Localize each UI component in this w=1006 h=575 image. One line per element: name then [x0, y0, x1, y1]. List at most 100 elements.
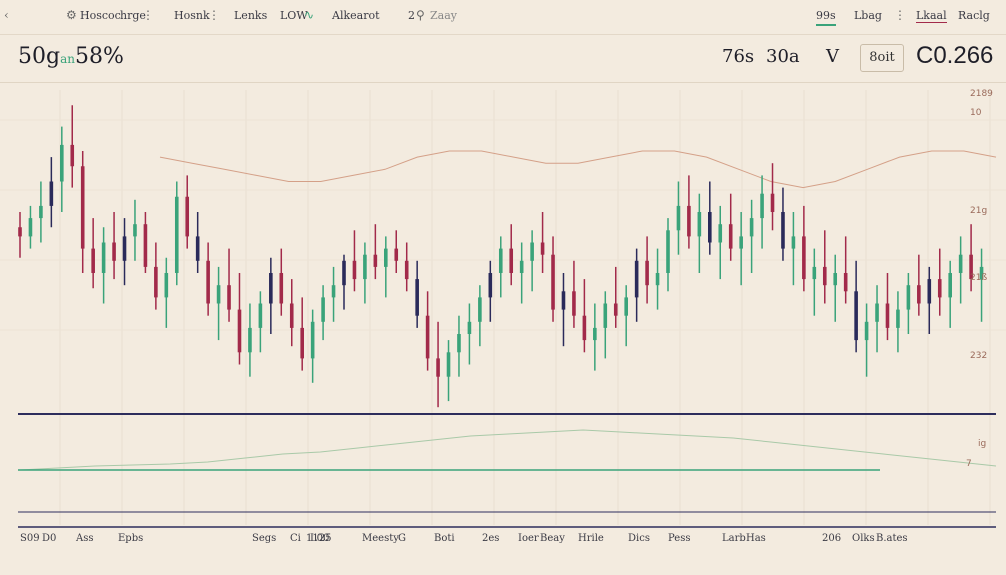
x-axis-tick-label: D0: [42, 533, 56, 544]
candle-body: [310, 321, 315, 359]
candle-body: [937, 279, 942, 298]
candle-body: [101, 242, 106, 273]
candle-body: [488, 273, 493, 298]
candle-body: [666, 230, 670, 273]
candle-body: [906, 285, 911, 310]
candle-body: [498, 248, 503, 273]
candle-body: [676, 205, 681, 231]
x-axis-tick-label: 2es: [482, 533, 499, 544]
x-axis-tick-label: Segs: [252, 533, 276, 544]
candle-body: [269, 273, 273, 304]
candle-body: [227, 285, 231, 310]
candle-body: [457, 334, 461, 353]
candle-body: [70, 144, 75, 167]
candle-body: [154, 266, 158, 298]
x-axis-tick-label: Olks: [852, 533, 875, 544]
candle-body: [446, 352, 451, 377]
candle-body: [593, 327, 597, 341]
candle-body: [143, 224, 148, 267]
candle-body: [728, 224, 733, 249]
candle-body: [519, 260, 524, 273]
candle-body: [896, 309, 900, 328]
candle-body: [331, 285, 336, 298]
candle-body: [812, 266, 817, 280]
candle-body: [39, 205, 43, 219]
candle-body: [708, 212, 712, 243]
candle-body: [781, 212, 785, 249]
right-axis-label: 2189: [970, 89, 993, 99]
x-axis-tick-label: 206: [822, 533, 841, 544]
candle-body: [133, 224, 137, 237]
candle-body: [80, 166, 85, 249]
candle-body: [687, 205, 691, 237]
x-axis-tick-label: S09: [20, 533, 40, 544]
x-axis-tick-label: Meesty: [362, 533, 399, 544]
candle-body: [770, 193, 775, 212]
candle-body: [164, 273, 169, 298]
candle-body: [478, 297, 482, 322]
right-axis-label: 10: [970, 108, 982, 118]
candle-body: [718, 224, 723, 243]
candle-body: [509, 248, 514, 273]
candle-body: [875, 303, 879, 322]
candle-body: [697, 212, 702, 237]
x-axis-tick-label: Larb: [722, 533, 746, 544]
candle-body: [415, 279, 419, 316]
x-axis-tick-label: Ci: [290, 533, 301, 544]
candle-body: [540, 242, 545, 255]
candle-body: [373, 254, 378, 267]
candle-body: [425, 315, 430, 359]
x-axis-tick-label: Ass: [75, 533, 94, 544]
candle-body: [864, 321, 869, 341]
x-axis-tick-label: B.ates: [876, 533, 908, 544]
candle-body: [561, 291, 566, 310]
candle-body: [582, 315, 587, 341]
candle-body: [760, 193, 764, 219]
candle-body: [436, 358, 440, 377]
candle-body: [572, 291, 576, 316]
candle-body: [655, 273, 660, 286]
candle-body: [645, 260, 649, 286]
candle-body: [185, 196, 190, 237]
candle-body: [216, 285, 221, 304]
candle-body: [467, 321, 472, 334]
candle-body: [885, 303, 890, 328]
candle-body: [49, 181, 54, 206]
candle-body: [739, 236, 743, 249]
candle-body: [363, 254, 367, 280]
right-axis-label: 21g: [970, 206, 987, 216]
candle-body: [948, 273, 952, 298]
indicator-axis-label: 7: [966, 459, 972, 469]
candle-body: [917, 285, 921, 304]
candle-body: [289, 303, 294, 328]
candle-body: [833, 273, 838, 286]
indicator-line: [19, 429, 997, 471]
candle-body: [843, 273, 848, 292]
candle-body: [352, 260, 357, 280]
price-chart[interactable]: 21891021g21ß232ig7S09 D0 Ass Epbs Segs Ci 1125…: [0, 0, 1006, 575]
candle-body: [174, 196, 179, 273]
candle-body: [279, 273, 284, 304]
candle-body: [749, 218, 754, 237]
candle-body: [248, 327, 252, 353]
candle-body: [551, 254, 555, 310]
candle-body: [603, 303, 608, 328]
indicator-axis-label: ig: [978, 439, 986, 449]
x-axis-tick-label: Ioer: [518, 533, 539, 544]
candle-body: [195, 236, 200, 261]
candle-body: [822, 266, 827, 286]
candle-body: [802, 236, 806, 280]
candle-body: [342, 260, 346, 286]
right-axis-label: 232: [970, 351, 987, 361]
candle-body: [122, 236, 127, 261]
candle-body: [321, 297, 325, 322]
candle-body: [300, 327, 304, 359]
x-axis-tick-label: Has: [746, 533, 766, 544]
x-axis-tick-label: G: [398, 533, 406, 544]
right-axis-label: 21ß: [970, 273, 987, 283]
moving-average-layer: [159, 150, 997, 189]
x-axis-tick-label: Pess: [668, 533, 690, 544]
candle-body: [624, 297, 628, 316]
candle-body: [854, 291, 858, 341]
candle-body: [112, 242, 116, 261]
